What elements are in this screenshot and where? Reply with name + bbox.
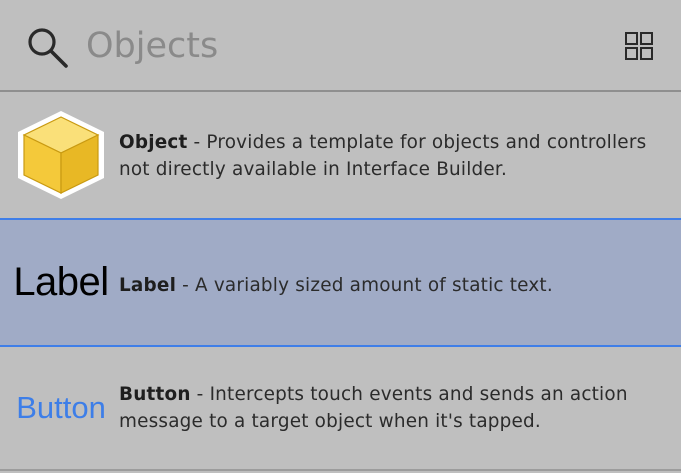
cube-icon	[18, 111, 104, 199]
button-description: Button - Intercepts touch events and sen…	[119, 381, 664, 435]
item-name: Button	[119, 384, 191, 405]
button-thumbnail: Button	[16, 390, 106, 425]
object-thumbnail	[10, 108, 112, 202]
item-description: A variably sized amount of static text.	[195, 275, 553, 296]
label-thumbnail: Label	[13, 260, 109, 304]
list-item-label[interactable]: Label Label - A variably sized amount of…	[0, 218, 681, 347]
object-library-panel: Object - Provides a template for objects…	[0, 0, 681, 473]
search-input[interactable]	[86, 22, 586, 70]
search-bar	[0, 0, 681, 92]
object-description: Object - Provides a template for objects…	[119, 129, 664, 183]
item-separator: -	[176, 275, 196, 296]
item-separator: -	[190, 384, 210, 405]
list-item-button[interactable]: Button Button - Intercepts touch events …	[0, 347, 681, 469]
label-description: Label - A variably sized amount of stati…	[119, 272, 664, 299]
grid-view-icon[interactable]	[624, 31, 654, 61]
item-separator: -	[187, 132, 207, 153]
list-item-object[interactable]: Object - Provides a template for objects…	[0, 92, 681, 218]
search-icon	[28, 28, 68, 68]
item-name: Object	[119, 132, 188, 153]
list-divider	[0, 469, 681, 471]
item-name: Label	[119, 275, 177, 296]
